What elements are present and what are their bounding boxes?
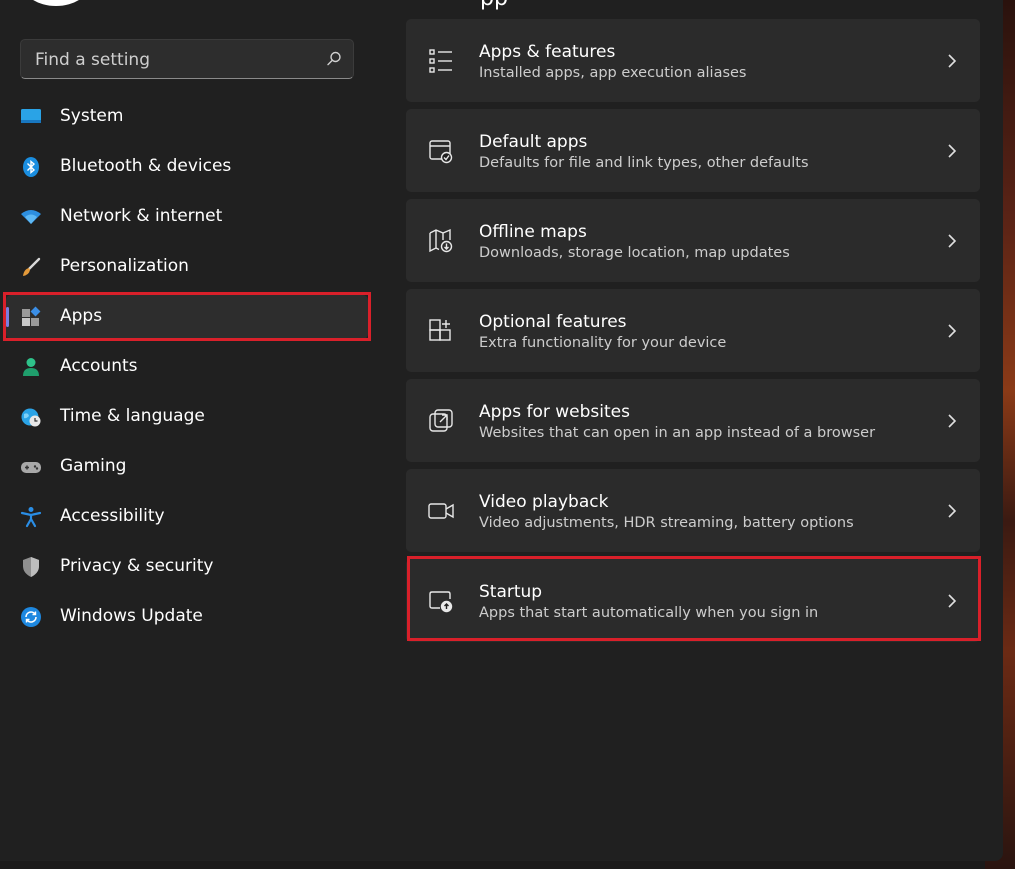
sidebar-item-accounts[interactable]: Accounts bbox=[6, 345, 368, 389]
sidebar-item-accessibility[interactable]: Accessibility bbox=[6, 495, 368, 539]
chevron-right-icon bbox=[946, 592, 958, 610]
card-subtitle: Apps that start automatically when you s… bbox=[479, 605, 819, 621]
sidebar-item-label: Windows Update bbox=[60, 606, 203, 626]
apps-icon bbox=[20, 306, 42, 328]
card-subtitle: Installed apps, app execution aliases bbox=[479, 65, 747, 81]
chevron-right-icon bbox=[946, 502, 958, 520]
globe-clock-icon bbox=[20, 406, 42, 428]
card-title: Optional features bbox=[479, 312, 627, 332]
page-title: pp bbox=[480, 0, 508, 11]
open-external-icon bbox=[428, 408, 454, 434]
default-apps-icon bbox=[428, 138, 454, 164]
sidebar-item-label: Network & internet bbox=[60, 206, 223, 226]
shield-icon bbox=[20, 556, 42, 578]
card-apps-for-websites[interactable]: Apps for websites Websites that can open… bbox=[406, 379, 980, 462]
sidebar-item-network[interactable]: Network & internet bbox=[6, 195, 368, 239]
sidebar-item-label: Time & language bbox=[60, 406, 205, 426]
video-camera-icon bbox=[428, 498, 454, 524]
bluetooth-icon bbox=[20, 156, 42, 178]
search-input[interactable] bbox=[33, 48, 317, 72]
sidebar-item-label: Privacy & security bbox=[60, 556, 214, 576]
system-icon bbox=[20, 106, 42, 128]
card-title: Offline maps bbox=[479, 222, 587, 242]
card-startup[interactable]: Startup Apps that start automatically wh… bbox=[406, 559, 980, 642]
grid-add-icon bbox=[428, 318, 454, 344]
sidebar-item-bluetooth[interactable]: Bluetooth & devices bbox=[6, 145, 368, 189]
sidebar-item-personalization[interactable]: Personalization bbox=[6, 245, 368, 289]
sidebar-item-time-language[interactable]: Time & language bbox=[6, 395, 368, 439]
person-icon bbox=[20, 356, 42, 378]
chevron-right-icon bbox=[946, 52, 958, 70]
card-subtitle: Video adjustments, HDR streaming, batter… bbox=[479, 515, 854, 531]
chevron-right-icon bbox=[946, 142, 958, 160]
sidebar-item-label: Gaming bbox=[60, 456, 127, 476]
card-video-playback[interactable]: Video playback Video adjustments, HDR st… bbox=[406, 469, 980, 552]
card-default-apps[interactable]: Default apps Defaults for file and link … bbox=[406, 109, 980, 192]
card-title: Apps for websites bbox=[479, 402, 630, 422]
list-icon bbox=[428, 48, 454, 74]
chevron-right-icon bbox=[946, 232, 958, 250]
card-title: Apps & features bbox=[479, 42, 616, 62]
card-subtitle: Defaults for file and link types, other … bbox=[479, 155, 809, 171]
chevron-right-icon bbox=[946, 412, 958, 430]
card-offline-maps[interactable]: Offline maps Downloads, storage location… bbox=[406, 199, 980, 282]
avatar[interactable] bbox=[22, 0, 90, 6]
sidebar-item-windows-update[interactable]: Windows Update bbox=[6, 595, 368, 639]
settings-window: pp System Bluetooth & devices Network & … bbox=[0, 0, 1003, 861]
card-title: Default apps bbox=[479, 132, 588, 152]
sidebar-item-label: Accounts bbox=[60, 356, 138, 376]
card-optional-features[interactable]: Optional features Extra functionality fo… bbox=[406, 289, 980, 372]
sidebar-item-label: Apps bbox=[60, 306, 103, 326]
card-title: Startup bbox=[479, 582, 543, 602]
search-icon[interactable] bbox=[325, 50, 343, 68]
map-download-icon bbox=[428, 228, 454, 254]
card-subtitle: Websites that can open in an app instead… bbox=[479, 425, 876, 441]
card-apps-features[interactable]: Apps & features Installed apps, app exec… bbox=[406, 19, 980, 102]
chevron-right-icon bbox=[946, 322, 958, 340]
brush-icon bbox=[20, 256, 42, 278]
sidebar-item-apps[interactable]: Apps bbox=[6, 295, 368, 339]
sidebar-item-label: System bbox=[60, 106, 124, 126]
search-box[interactable] bbox=[20, 39, 354, 79]
sidebar-item-privacy[interactable]: Privacy & security bbox=[6, 545, 368, 589]
gamepad-icon bbox=[20, 456, 42, 478]
accessibility-icon bbox=[20, 506, 42, 528]
wifi-icon bbox=[20, 206, 42, 228]
sidebar-item-label: Bluetooth & devices bbox=[60, 156, 232, 176]
card-subtitle: Extra functionality for your device bbox=[479, 335, 727, 351]
sidebar-item-label: Personalization bbox=[60, 256, 189, 276]
sidebar-item-label: Accessibility bbox=[60, 506, 165, 526]
card-subtitle: Downloads, storage location, map updates bbox=[479, 245, 790, 261]
sidebar-item-system[interactable]: System bbox=[6, 95, 368, 139]
sidebar-item-gaming[interactable]: Gaming bbox=[6, 445, 368, 489]
update-icon bbox=[20, 606, 42, 628]
card-title: Video playback bbox=[479, 492, 609, 512]
startup-icon bbox=[428, 588, 454, 614]
